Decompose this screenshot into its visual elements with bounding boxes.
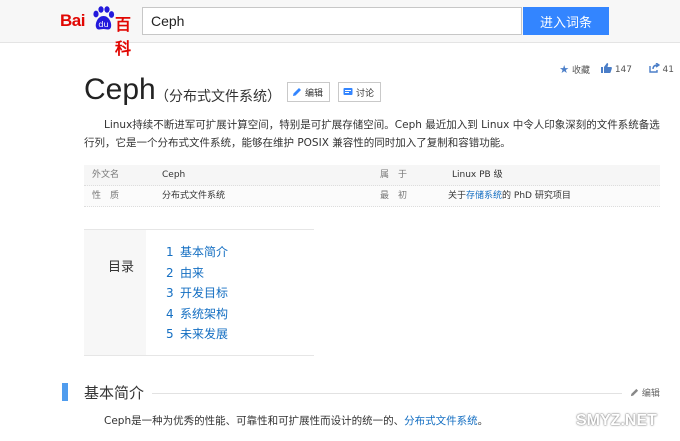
infobox-value: 分布式文件系统 [162, 191, 226, 201]
svg-text:du: du [98, 20, 108, 29]
infobox-value: Linux PB 级 [452, 170, 503, 180]
section-title: 基本简介 [84, 384, 145, 402]
storage-system-link[interactable]: 存储系统 [466, 191, 502, 201]
watermark: SMYZ.NET [550, 408, 670, 434]
distributed-fs-link[interactable]: 分布式文件系统 [404, 415, 478, 427]
toc-item-3[interactable]: 3 开发目标 [166, 284, 228, 301]
top-bar: Bai du 百科 进入词条 [0, 0, 680, 58]
entry-summary: Linux持续不断进军可扩展计算空间，特别是可扩展存储空间。Ceph 最近加入到… [84, 119, 660, 149]
enter-entry-button[interactable]: 进入词条 [523, 7, 609, 35]
infobox-row: 性 质 分布式文件系统 最 初 关于存储系统的 PhD 研究项目 [84, 186, 660, 207]
star-icon: ★ [559, 63, 570, 76]
like-button[interactable]: 147 [600, 63, 632, 75]
edit-button[interactable]: 编辑 [287, 82, 331, 102]
section-marker [62, 383, 68, 401]
logo-text: Bai [60, 11, 85, 30]
pencil-icon [630, 388, 639, 397]
infobox-value: 关于存储系统的 PhD 研究项目 [448, 191, 571, 201]
toc-item-2[interactable]: 2 由来 [166, 264, 204, 281]
section-edit-button[interactable]: 编辑 [630, 386, 660, 399]
paw-icon: du [93, 6, 115, 30]
thumbs-up-icon [600, 63, 612, 73]
infobox-value: Ceph [162, 170, 186, 180]
search-input[interactable] [142, 7, 522, 35]
infobox-row: 外文名 Ceph 属 于 Linux PB 级 [84, 165, 660, 186]
toc-item-1[interactable]: 1 基本简介 [166, 243, 228, 260]
share-icon [648, 62, 660, 73]
infobox: 外文名 Ceph 属 于 Linux PB 级 性 质 分布式文件系统 最 初 … [84, 165, 660, 207]
section-divider [152, 393, 622, 394]
share-button[interactable]: 41 [648, 62, 674, 75]
discuss-button[interactable]: 讨论 [338, 82, 382, 102]
infobox-label: 最 初 [380, 191, 408, 201]
toc-sidebar: 目录 [84, 230, 146, 355]
infobox-label: 外文名 [92, 170, 120, 180]
watermark-logo-icon [550, 411, 572, 431]
infobox-label: 性 质 [92, 191, 120, 201]
chat-icon [343, 88, 353, 95]
entry-title: Ceph [84, 73, 156, 106]
favorite-button[interactable]: ★ 收藏 [559, 63, 590, 76]
table-of-contents: 目录 1 基本简介 2 由来 3 开发目标 4 系统架构 5 未来发展 [84, 229, 314, 356]
toc-title: 目录 [108, 260, 135, 275]
pencil-icon [293, 88, 301, 96]
toc-item-4[interactable]: 4 系统架构 [166, 305, 228, 322]
toc-item-5[interactable]: 5 未来发展 [166, 325, 228, 342]
logo-text-baike: 百科 [115, 15, 132, 58]
infobox-label: 属 于 [380, 170, 408, 180]
section-text: Ceph是一种为优秀的性能、可靠性和可扩展性而设计的统一的、分布式文件系统。 [104, 415, 489, 427]
entry-subtitle: （分布式文件系统） [155, 89, 281, 105]
